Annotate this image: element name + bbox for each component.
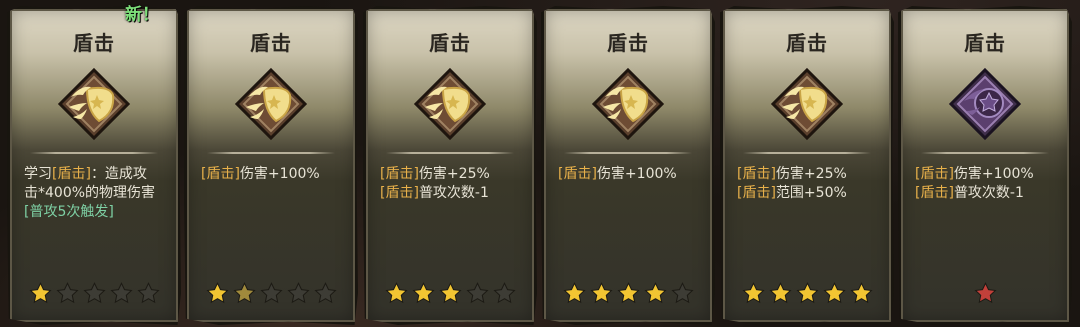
shield-burst-icon: [413, 67, 487, 141]
card-title: 盾击: [786, 31, 828, 55]
star-filled-icon: [28, 281, 53, 306]
divider: [564, 152, 692, 154]
star-filled-icon: [741, 281, 766, 306]
star-filled-icon: [795, 281, 820, 306]
description-line: 击*400%的物理伤害: [24, 184, 170, 203]
description-line: [盾击]普攻次数-1: [915, 184, 1061, 203]
skill-keyword: [盾击]: [915, 185, 954, 201]
divider: [207, 152, 335, 154]
description-line: 学习[盾击]：造成攻: [24, 165, 170, 184]
star-rating: [187, 281, 355, 307]
skill-keyword: [盾击]: [380, 185, 419, 201]
description-line: [盾击]伤害+100%: [201, 165, 347, 184]
skill-card[interactable]: 盾击 学习[盾击]：造成攻 击*400%的物理伤害 [普攻5次触发]: [7, 6, 181, 325]
divider: [921, 152, 1049, 154]
star-rating: [901, 281, 1069, 307]
star-empty-icon: [492, 281, 517, 306]
star-empty-icon: [465, 281, 490, 306]
divider: [386, 152, 514, 154]
star-filled-icon: [205, 281, 230, 306]
card-description: [盾击]伤害+100% [盾击]普攻次数-1: [915, 165, 1061, 203]
star-filled-icon: [562, 281, 587, 306]
card-description: 学习[盾击]：造成攻 击*400%的物理伤害 [普攻5次触发]: [24, 165, 170, 222]
shield-burst-icon: [948, 67, 1022, 141]
description-text: 伤害+100%: [953, 166, 1034, 182]
skill-keyword: [盾击]: [737, 185, 776, 201]
description-text: 伤害+100%: [239, 166, 320, 182]
star-empty-icon: [82, 281, 107, 306]
card-title: 盾击: [429, 31, 471, 55]
description-line: [盾击]伤害+100%: [915, 165, 1061, 184]
star-rating: [544, 281, 712, 307]
card-description: [盾击]伤害+100%: [201, 165, 347, 184]
description-line: [盾击]伤害+25%: [380, 165, 526, 184]
star-filled-icon: [438, 281, 463, 306]
star-rating: [366, 281, 534, 307]
star-rating: [723, 281, 891, 307]
description-text: 伤害+25%: [418, 166, 490, 182]
star-dim-icon: [232, 281, 257, 306]
star-empty-icon: [286, 281, 311, 306]
skill-card[interactable]: 盾击 [盾击]伤害+100%: [541, 6, 715, 325]
skill-card[interactable]: 盾击 [盾击]伤害+25% [盾击]范围+50%: [720, 6, 894, 325]
description-text: 伤害+25%: [775, 166, 847, 182]
new-badge: 新！: [125, 5, 159, 25]
trigger-text: [普攻5次触发]: [24, 204, 114, 220]
skill-card[interactable]: 盾击 [盾击]伤害+25% [盾击]普攻次数-1: [363, 6, 537, 325]
description-text: 学习: [24, 166, 52, 182]
star-empty-icon: [670, 281, 695, 306]
star-filled-icon: [849, 281, 874, 306]
star-filled-icon: [411, 281, 436, 306]
description-line: [盾击]普攻次数-1: [380, 184, 526, 203]
card-description: [盾击]伤害+25% [盾击]范围+50%: [737, 165, 883, 203]
shield-burst-icon: [234, 67, 308, 141]
description-text: 普攻次数-1: [418, 185, 489, 201]
skill-keyword: [盾击]: [380, 166, 419, 182]
star-filled-icon: [589, 281, 614, 306]
shield-burst-icon: [591, 67, 665, 141]
star-empty-icon: [109, 281, 134, 306]
skill-card[interactable]: 盾击 [盾击]伤害+100% [盾击]普攻次数-1: [898, 6, 1072, 325]
card-title: 盾击: [964, 31, 1006, 55]
description-text: 普攻次数-1: [953, 185, 1024, 201]
star-empty-icon: [55, 281, 80, 306]
card-title: 盾击: [607, 31, 649, 55]
card-title: 盾击: [250, 31, 292, 55]
card-description: [盾击]伤害+25% [盾击]普攻次数-1: [380, 165, 526, 203]
star-empty-icon: [259, 281, 284, 306]
skill-keyword: [盾击]: [52, 166, 91, 182]
star-filled-icon: [768, 281, 793, 306]
star-filled-icon: [643, 281, 668, 306]
star-filled-icon: [822, 281, 847, 306]
star-rating: [10, 281, 178, 307]
description-line: [盾击]范围+50%: [737, 184, 883, 203]
shield-burst-icon: [770, 67, 844, 141]
star-red-icon: [973, 281, 998, 306]
description-text: ：造成攻: [90, 166, 147, 182]
shield-burst-icon: [57, 67, 131, 141]
description-line: [普攻5次触发]: [24, 203, 170, 222]
description-line: [盾击]伤害+25%: [737, 165, 883, 184]
skill-keyword: [盾击]: [201, 166, 240, 182]
star-filled-icon: [616, 281, 641, 306]
star-filled-icon: [384, 281, 409, 306]
divider: [743, 152, 871, 154]
star-empty-icon: [136, 281, 161, 306]
skill-keyword: [盾击]: [737, 166, 776, 182]
description-text: 范围+50%: [775, 185, 847, 201]
description-text: 击*400%的物理伤害: [24, 185, 156, 201]
divider: [30, 152, 158, 154]
skill-keyword: [盾击]: [915, 166, 954, 182]
card-title: 盾击: [73, 31, 115, 55]
card-description: [盾击]伤害+100%: [558, 165, 704, 184]
skill-keyword: [盾击]: [558, 166, 597, 182]
skill-card[interactable]: 盾击 [盾击]伤害+100%: [184, 6, 358, 325]
description-line: [盾击]伤害+100%: [558, 165, 704, 184]
description-text: 伤害+100%: [596, 166, 677, 182]
star-empty-icon: [313, 281, 338, 306]
